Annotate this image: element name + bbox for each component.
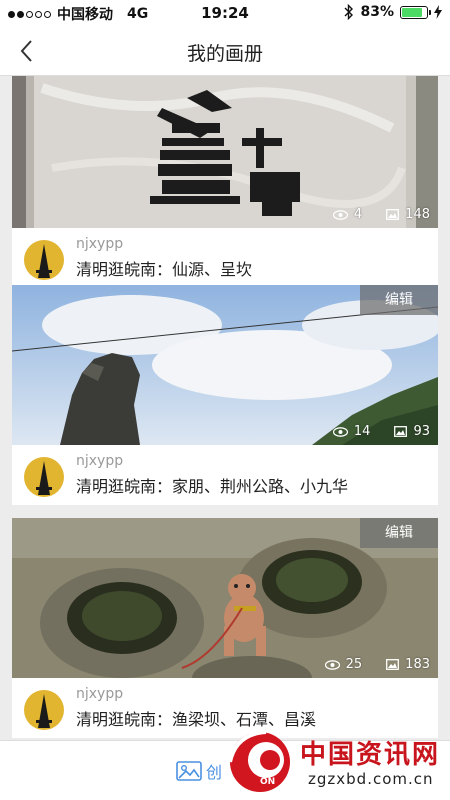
view-count: 14 <box>332 424 370 439</box>
eye-icon <box>324 659 340 670</box>
avatar[interactable] <box>24 690 64 730</box>
album-cover-image[interactable]: 编辑 25 183 <box>12 518 438 678</box>
album-title[interactable]: 清明逛皖南：仙源、呈坎 <box>76 256 252 280</box>
album-info: njxypp 清明逛皖南：仙源、呈坎 <box>12 228 438 288</box>
album-stats: 25 183 <box>324 657 430 672</box>
watermark: ON 中国资讯网 zgzxbd.com.cn <box>218 724 450 800</box>
battery-icon <box>400 5 431 19</box>
username: njxypp <box>76 686 124 702</box>
navigation-bar: 我的画册 <box>0 26 450 76</box>
image-icon <box>176 761 202 781</box>
photo-icon <box>386 209 400 220</box>
view-count: 4 <box>332 207 362 222</box>
create-album-button[interactable]: 创 <box>176 759 222 783</box>
photo-icon <box>386 659 400 670</box>
album-cover-image[interactable]: 编辑 14 93 <box>12 285 438 445</box>
album-list[interactable]: 4 148 njxypp 清明逛皖南：仙源、呈坎 编辑 14 93 njxypp… <box>0 76 450 740</box>
svg-text:ON: ON <box>260 777 275 787</box>
photo-count: 93 <box>394 424 430 439</box>
photo-icon <box>394 426 408 437</box>
album-title[interactable]: 清明逛皖南：家朋、荆州公路、小九华 <box>76 473 348 497</box>
eye-icon <box>332 209 348 220</box>
eye-icon <box>332 426 348 437</box>
battery-percent: 83% <box>360 4 394 20</box>
edit-button[interactable]: 编辑 <box>360 285 438 315</box>
album-card[interactable]: 4 148 njxypp 清明逛皖南：仙源、呈坎 <box>12 76 438 288</box>
username: njxypp <box>76 236 124 252</box>
album-card[interactable]: 编辑 25 183 njxypp 清明逛皖南：渔梁坝、石潭、昌溪 <box>12 518 438 738</box>
status-right: 83% <box>344 4 442 20</box>
watermark-url: zgzxbd.com.cn <box>308 770 434 788</box>
album-info: njxypp 清明逛皖南：家朋、荆州公路、小九华 <box>12 445 438 505</box>
watermark-logo: ON <box>228 730 290 792</box>
photo-count: 183 <box>386 657 430 672</box>
avatar[interactable] <box>24 240 64 280</box>
view-count: 25 <box>324 657 362 672</box>
charging-icon <box>434 5 442 19</box>
bluetooth-icon <box>344 4 354 20</box>
edit-button[interactable]: 编辑 <box>360 518 438 548</box>
watermark-name: 中国资讯网 <box>300 740 441 770</box>
avatar[interactable] <box>24 457 64 497</box>
battery-fill <box>402 7 422 17</box>
album-stats: 4 148 <box>332 207 430 222</box>
page-title: 我的画册 <box>186 43 263 65</box>
album-cover-image[interactable]: 4 148 <box>12 76 438 228</box>
status-bar: 中国移动 4G 19:24 83% <box>0 0 450 26</box>
album-stats: 14 93 <box>332 424 430 439</box>
username: njxypp <box>76 453 124 469</box>
photo-count: 148 <box>386 207 430 222</box>
album-card[interactable]: 编辑 14 93 njxypp 清明逛皖南：家朋、荆州公路、小九华 <box>12 285 438 505</box>
